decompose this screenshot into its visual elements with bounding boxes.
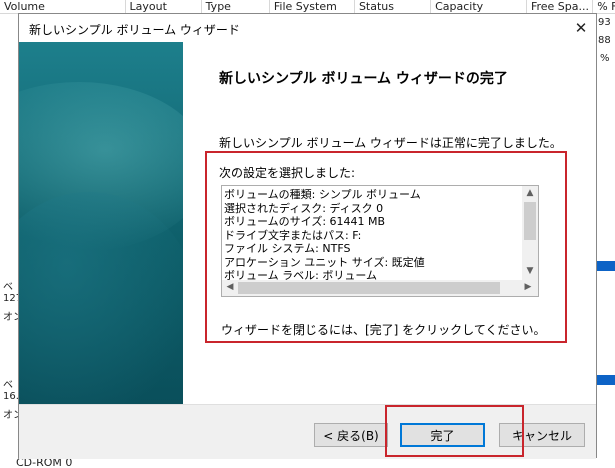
settings-highlight-box: 次の設定を選択しました: ボリュームの種類: シンプル ボリューム 選択されたデ… <box>205 151 567 343</box>
scroll-right-arrow-icon[interactable]: ▶ <box>520 282 536 292</box>
bg-percent-2: 88 <box>598 35 611 46</box>
dialog-titlebar[interactable]: 新しいシンプル ボリューム ウィザード ✕ <box>19 14 596 42</box>
column-header-capacity[interactable]: Capacity <box>431 0 527 13</box>
wizard-content-area: 新しいシンプル ボリューム ウィザードの完了 新しいシンプル ボリューム ウィザ… <box>183 42 596 404</box>
horizontal-scroll-thumb[interactable] <box>238 282 500 294</box>
list-item: ボリュームのサイズ: 61441 MB <box>224 215 386 228</box>
close-instruction: ウィザードを閉じるには、[完了] をクリックしてください。 <box>221 323 546 337</box>
vertical-scroll-thumb[interactable] <box>524 202 536 240</box>
completion-message: 新しいシンプル ボリューム ウィザードは正常に完了しました。 <box>219 136 562 150</box>
scroll-down-arrow-icon[interactable]: ▼ <box>522 266 538 276</box>
list-item: ドライブ文字またはパス: F: <box>224 228 362 242</box>
bg-disk-type-2: ベ <box>3 380 13 391</box>
bg-partition-bar-1 <box>597 261 615 271</box>
bg-percent-3: % <box>600 53 610 64</box>
vertical-scrollbar[interactable]: ▲ ▼ <box>522 186 538 280</box>
bg-disk-size-2: 16. <box>3 391 19 402</box>
scroll-up-arrow-icon[interactable]: ▲ <box>522 188 538 198</box>
settings-summary-listbox[interactable]: ボリュームの種類: シンプル ボリューム 選択されたディスク: ディスク 0 ボ… <box>221 185 539 297</box>
list-item: 選択されたディスク: ディスク 0 <box>224 201 384 215</box>
column-header-type[interactable]: Type <box>202 0 270 13</box>
column-header-status[interactable]: Status <box>355 0 432 13</box>
settings-label: 次の設定を選択しました: <box>219 166 356 180</box>
column-header-volume[interactable]: Volume <box>0 0 126 13</box>
close-icon[interactable]: ✕ <box>566 14 596 42</box>
button-bar: < 戻る(B) 完了 キャンセル <box>19 404 596 459</box>
list-item: アロケーション ユニット サイズ: 既定値 <box>224 255 425 269</box>
list-item: ファイル システム: NTFS <box>224 242 351 255</box>
dialog-title: 新しいシンプル ボリューム ウィザード <box>29 23 240 37</box>
wizard-side-banner <box>19 42 183 404</box>
bg-disk-type-1: ベ <box>3 282 13 293</box>
banner-swirl-decoration <box>19 192 183 404</box>
bg-percent-1: 93 <box>598 17 611 28</box>
bg-cdrom-label: CD-ROM 0 <box>16 458 73 468</box>
scroll-left-arrow-icon[interactable]: ◀ <box>222 282 238 292</box>
horizontal-scrollbar[interactable]: ◀ ▶ <box>222 280 538 296</box>
column-header-percent-free[interactable]: % F <box>593 0 615 13</box>
list-item: ボリューム ラベル: ボリューム <box>224 269 378 280</box>
volume-table-header: Volume Layout Type File System Status Ca… <box>0 0 615 14</box>
page-title: 新しいシンプル ボリューム ウィザードの完了 <box>219 71 508 87</box>
column-header-free-space[interactable]: Free Spa... <box>527 0 594 13</box>
bg-partition-bar-2 <box>597 375 615 385</box>
column-header-layout[interactable]: Layout <box>126 0 202 13</box>
back-button[interactable]: < 戻る(B) <box>314 423 388 447</box>
new-simple-volume-wizard-dialog: 新しいシンプル ボリューム ウィザード ✕ 新しいシンプル ボリューム ウィザー… <box>18 13 597 459</box>
settings-list: ボリュームの種類: シンプル ボリューム 選択されたディスク: ディスク 0 ボ… <box>224 188 534 280</box>
finish-button-highlight <box>385 405 524 457</box>
list-item: ボリュームの種類: シンプル ボリューム <box>224 188 421 201</box>
column-header-file-system[interactable]: File System <box>270 0 355 13</box>
